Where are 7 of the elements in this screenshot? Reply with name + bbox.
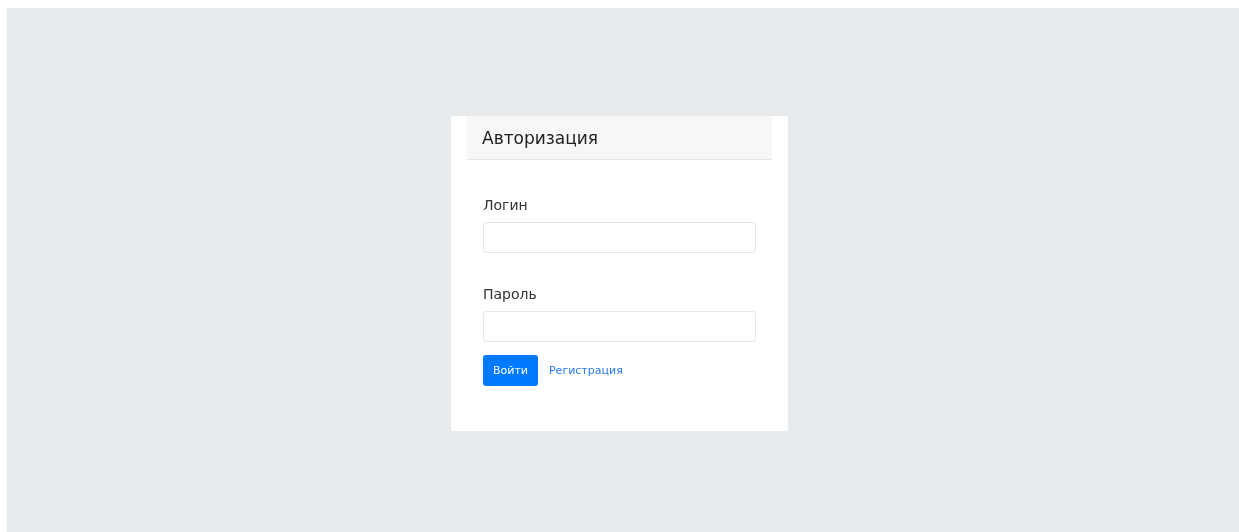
field-label: Пароль <box>483 285 538 303</box>
input-field[interactable] <box>483 311 756 342</box>
card-title: Авторизация <box>482 127 599 148</box>
input-field[interactable] <box>483 222 756 253</box>
field-label: Логин <box>483 196 529 214</box>
login-button[interactable]: Войти <box>483 355 538 386</box>
register-link[interactable]: Регистрация <box>549 364 623 377</box>
